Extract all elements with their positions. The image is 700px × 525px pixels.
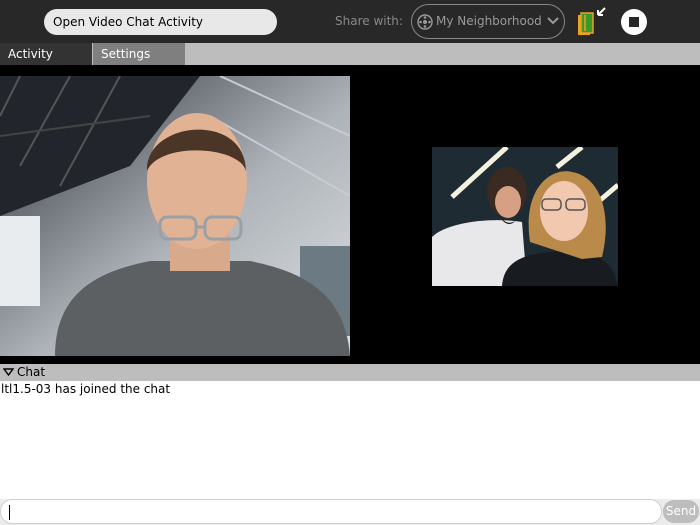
tab-settings[interactable]: Settings	[93, 43, 185, 65]
keep-journal-icon[interactable]	[574, 6, 608, 38]
share-with-dropdown[interactable]: My Neighborhood	[411, 4, 565, 39]
chat-section-header[interactable]: Chat	[0, 364, 700, 381]
chat-message: ltl1.5-03 has joined the chat	[1, 382, 171, 396]
chat-input[interactable]	[0, 499, 662, 524]
local-video-feed	[0, 76, 350, 356]
send-button[interactable]: Send	[663, 500, 699, 523]
share-with-label: Share with:	[335, 14, 403, 28]
tab-activity[interactable]: Activity	[0, 43, 92, 65]
chat-log: ltl1.5-03 has joined the chat	[0, 381, 700, 499]
chat-entry-bar: Send	[0, 499, 700, 525]
activity-title-field[interactable]: Open Video Chat Activity	[44, 9, 277, 35]
text-caret	[9, 505, 10, 520]
neighborhood-icon	[417, 14, 433, 30]
share-with-value: My Neighborhood	[436, 14, 542, 28]
chevron-down-icon	[547, 17, 559, 25]
chat-header-label: Chat	[17, 365, 46, 379]
main-toolbar: Open Video Chat Activity Share with: My …	[0, 0, 700, 43]
stop-icon[interactable]	[620, 8, 648, 36]
tab-bar: Activity Settings	[0, 43, 700, 65]
expander-triangle-icon	[3, 368, 14, 376]
remote-video-feed	[432, 147, 618, 286]
